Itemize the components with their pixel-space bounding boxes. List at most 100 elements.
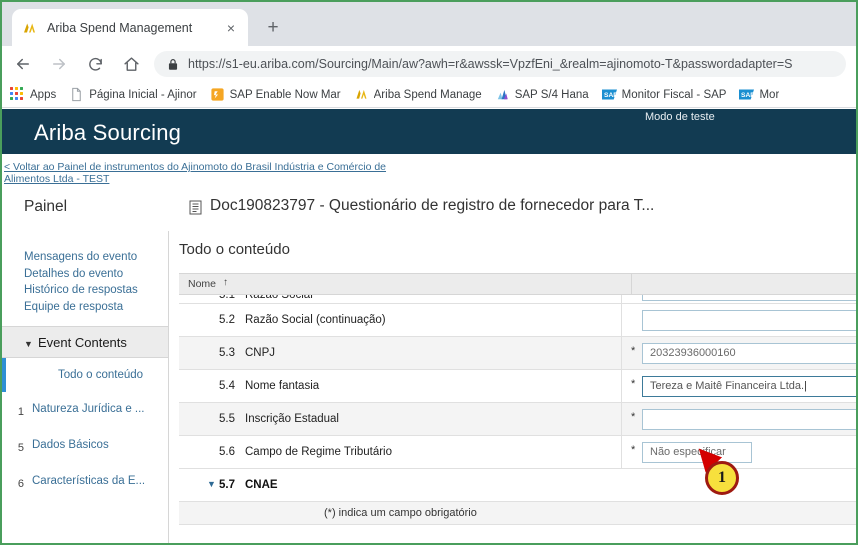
row-number: 5.2 <box>219 314 235 326</box>
row-number: 5.6 <box>219 446 235 458</box>
table-row: 5.3 CNPJ * 20323936000160 <box>179 337 856 370</box>
sidebar-item-detalhes[interactable]: Detalhes do evento <box>24 266 168 283</box>
bookmarks-bar: Apps Página Inicial - Ajinor SAP Enable … <box>2 82 856 108</box>
row-number: 5.4 <box>219 380 235 392</box>
row-label: Nome fantasia <box>245 380 320 392</box>
column-divider <box>621 403 622 435</box>
close-icon[interactable]: × <box>222 19 240 37</box>
ariba-icon <box>24 23 35 32</box>
main-content: Todo o conteúdo Nome ↑ 5.1 Razão Social … <box>169 231 856 543</box>
sidebar: Mensagens do evento Detalhes do evento H… <box>2 231 169 543</box>
bookmark-monitor-fiscal[interactable]: SAP Monitor Fiscal - SAP <box>601 87 726 102</box>
apps-grid-icon <box>10 87 25 102</box>
page-title: Doc190823797 - Questionário de registro … <box>210 197 655 214</box>
ariba-icon <box>356 89 367 99</box>
column-divider <box>631 274 632 294</box>
field-razao-social-continuacao[interactable] <box>642 310 856 331</box>
row-label: CNAE <box>245 479 278 491</box>
bookmark-pagina-inicial[interactable]: Página Inicial - Ajinor <box>69 87 197 102</box>
field-value: Tereza e Maitê Financeira Ltda. <box>650 380 805 392</box>
sidebar-item-label: Dados Básicos <box>32 439 109 451</box>
sidebar-item-mensagens[interactable]: Mensagens do evento <box>24 249 168 266</box>
bookmark-ariba-spend[interactable]: Ariba Spend Manage <box>354 87 482 102</box>
bookmark-label: Ariba Spend Manage <box>373 88 482 101</box>
table-header: Nome ↑ <box>179 273 856 295</box>
column-header-nome[interactable]: Nome <box>188 278 216 290</box>
svg-text:SAP: SAP <box>741 92 754 99</box>
back-arrow-icon[interactable] <box>8 49 38 79</box>
ariba-brand: Ariba Sourcing <box>34 120 182 145</box>
sidebar-item-dados-basicos[interactable]: 5 Dados Básicos <box>2 428 168 464</box>
forward-arrow-icon <box>44 49 74 79</box>
table-row: 5.4 Nome fantasia * Tereza e Maitê Finan… <box>179 370 856 403</box>
test-mode-label: Modo de teste <box>645 111 715 123</box>
required-marker: * <box>631 411 636 423</box>
back-to-dashboard-link[interactable]: < Voltar ao Painel de instrumentos do Aj… <box>4 161 394 185</box>
required-marker: * <box>631 345 636 357</box>
bookmark-label: SAP S/4 Hana <box>514 88 589 101</box>
footnote-text: (*) indica um campo obrigatório <box>324 507 477 519</box>
home-icon[interactable] <box>116 49 146 79</box>
sidebar-item-caracteristicas[interactable]: 6 Características da E... <box>2 464 168 500</box>
row-number: 5.5 <box>219 413 235 425</box>
table-row: 5.6 Campo de Regime Tributário * Não esp… <box>179 436 856 469</box>
table-row: 5.1 Razão Social Tereza e Maitê Financei… <box>179 295 856 304</box>
sidebar-item-natureza-juridica[interactable]: 1 Natureza Jurídica e ... <box>2 392 168 428</box>
reload-icon[interactable] <box>80 49 110 79</box>
bookmark-monitor-2[interactable]: SAP Mor <box>739 87 779 102</box>
field-cnpj[interactable]: 20323936000160 <box>642 343 856 364</box>
field-razao-social[interactable]: Tereza e Maitê Financeira Ltda. <box>642 295 856 301</box>
url-text: https://s1-eu.ariba.com/Sourcing/Main/aw… <box>188 57 793 71</box>
bookmark-label: Mor <box>759 88 780 101</box>
ariba-header: Ariba Sourcing Modo de teste <box>2 109 856 154</box>
sidebar-item-label: Características da E... <box>32 475 146 487</box>
bookmark-label: Apps <box>30 88 57 101</box>
sidebar-item-number: 1 <box>17 406 24 418</box>
required-marker: * <box>631 378 636 390</box>
text-cursor: | <box>804 380 807 392</box>
row-number: 5.1 <box>219 295 235 301</box>
tab-title: Ariba Spend Management <box>47 20 193 35</box>
sidebar-links: Mensagens do evento Detalhes do evento H… <box>2 231 168 315</box>
content-rows: 5.1 Razão Social Tereza e Maitê Financei… <box>179 295 856 543</box>
field-nome-fantasia[interactable]: Tereza e Maitê Financeira Ltda.| <box>642 376 856 397</box>
column-divider <box>621 304 622 336</box>
sidebar-item-historico[interactable]: Histórico de respostas <box>24 282 168 299</box>
sap-enable-now-icon <box>211 88 224 101</box>
sidebar-item-todo-o-conteudo[interactable]: Todo o conteúdo <box>2 358 168 392</box>
field-inscricao-estadual[interactable] <box>642 409 856 430</box>
row-label: Inscrição Estadual <box>245 413 339 425</box>
column-divider <box>621 436 622 468</box>
browser-window: Ariba Spend Management × + https://s1-eu… <box>0 0 858 545</box>
browser-tab[interactable]: Ariba Spend Management × <box>12 9 248 46</box>
row-number: 5.3 <box>219 347 235 359</box>
event-contents-header[interactable]: ▼ Event Contents <box>2 326 168 358</box>
sidebar-item-label: Todo o conteúdo <box>58 369 144 381</box>
new-tab-button[interactable]: + <box>260 15 286 41</box>
section-title: Todo o conteúdo <box>179 241 290 258</box>
table-row-group-cnae[interactable]: ▼ 5.7 CNAE <box>179 469 856 502</box>
sidebar-item-number: 5 <box>17 442 24 454</box>
table-row: 5.2 Razão Social (continuação) <box>179 304 856 337</box>
column-divider <box>621 295 622 303</box>
address-bar[interactable]: https://s1-eu.ariba.com/Sourcing/Main/aw… <box>154 51 846 77</box>
row-number: 5.7 <box>219 479 235 491</box>
document-icon <box>189 200 202 215</box>
lock-icon <box>168 58 178 70</box>
chevron-down-icon: ▼ <box>24 339 33 349</box>
table-row: 5.5 Inscrição Estadual * <box>179 403 856 436</box>
panel-label: Painel <box>24 198 68 215</box>
bookmark-sap-enable-now[interactable]: SAP Enable Now Mar <box>210 87 341 102</box>
field-regime-tributario[interactable]: Não especificar <box>642 442 752 463</box>
tab-strip: Ariba Spend Management × + <box>2 2 856 46</box>
bookmark-sap-s4-hana[interactable]: SAP S/4 Hana <box>495 87 589 102</box>
row-label: Razão Social (continuação) <box>245 314 386 326</box>
sap-icon: SAP <box>739 89 755 100</box>
bookmark-apps[interactable]: Apps <box>10 87 56 102</box>
sidebar-item-equipe[interactable]: Equipe de resposta <box>24 299 168 316</box>
sap-icon: SAP <box>601 89 617 100</box>
svg-text:SAP: SAP <box>604 92 617 99</box>
bookmark-label: SAP Enable Now Mar <box>229 88 341 101</box>
ariba-application: Ariba Sourcing Modo de teste < Voltar ao… <box>2 109 856 543</box>
row-label: CNPJ <box>245 347 276 359</box>
